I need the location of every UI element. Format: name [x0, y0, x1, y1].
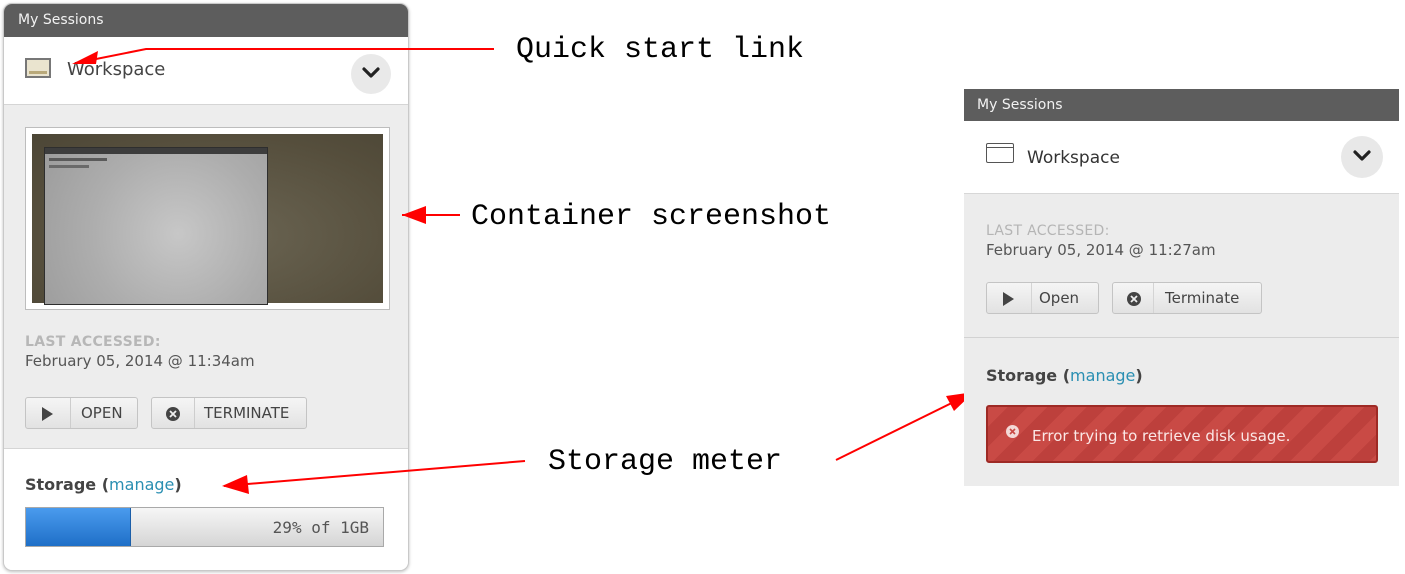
close-circle-icon	[1127, 292, 1141, 306]
error-message: Error trying to retrieve disk usage.	[1032, 427, 1291, 445]
storage-error-alert: Error trying to retrieve disk usage.	[986, 405, 1378, 463]
manage-link[interactable]: manage	[1070, 366, 1135, 385]
last-accessed-value: February 05, 2014 @ 11:27am	[986, 241, 1216, 259]
storage-label: Storage (manage)	[986, 366, 1143, 385]
arrowhead	[402, 206, 426, 224]
storage-paren-open: (	[1057, 366, 1071, 385]
storage-text: Storage	[986, 366, 1058, 385]
workspace-quick-start-link[interactable]: Workspace	[964, 121, 1399, 194]
annotation-quick-start: Quick start link	[516, 33, 805, 67]
panel-header: My Sessions	[964, 89, 1399, 121]
open-button[interactable]: Open	[986, 282, 1099, 314]
sessions-panel-right: My Sessions Workspace LAST ACCESSED: Feb…	[964, 89, 1399, 486]
chevron-down-icon	[1353, 150, 1371, 161]
open-icon-segment	[987, 283, 1032, 313]
last-accessed-label: LAST ACCESSED:	[986, 223, 1110, 239]
annotation-storage-meter: Storage meter	[548, 445, 783, 479]
arrow-quick-start	[75, 48, 494, 64]
play-icon	[1003, 292, 1014, 306]
arrowhead	[72, 51, 98, 64]
workspace-label: Workspace	[1027, 148, 1120, 168]
workspace-icon	[986, 143, 1014, 163]
error-icon	[1006, 425, 1019, 438]
expand-button[interactable]	[1341, 136, 1383, 178]
arrow-storage-meter-left	[223, 460, 526, 487]
last-accessed: LAST ACCESSED: February 05, 2014 @ 11:27…	[986, 223, 1216, 259]
terminate-label: Terminate	[1165, 289, 1240, 307]
open-label: Open	[1039, 289, 1080, 307]
storage-paren-close: )	[1135, 366, 1143, 385]
divider	[964, 337, 1399, 338]
arrowhead	[222, 475, 249, 494]
annotation-container-screenshot: Container screenshot	[471, 200, 832, 234]
terminate-button[interactable]: Terminate	[1112, 282, 1262, 314]
terminate-icon-segment	[1113, 283, 1154, 313]
